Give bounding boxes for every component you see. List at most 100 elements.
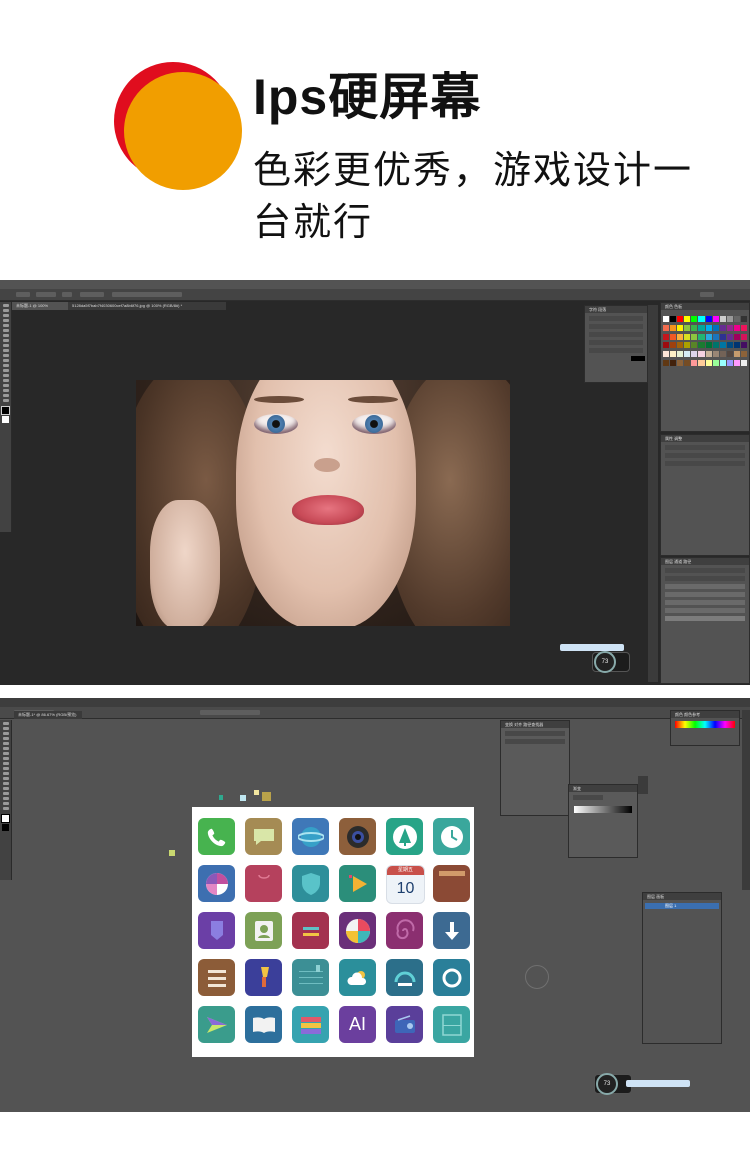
- brush-tool-icon[interactable]: [2, 757, 9, 760]
- eyedropper-tool-icon[interactable]: [2, 792, 9, 795]
- width-tool-icon[interactable]: [2, 777, 9, 780]
- option-chip[interactable]: [36, 292, 56, 297]
- option-chip[interactable]: [80, 292, 104, 297]
- transform-row[interactable]: [505, 739, 565, 744]
- clock-app-icon[interactable]: [433, 818, 470, 855]
- blur-tool-icon[interactable]: [2, 364, 9, 367]
- type-tool-icon[interactable]: [2, 742, 9, 745]
- line-tool-icon[interactable]: [2, 747, 9, 750]
- equals-app-icon[interactable]: [292, 912, 329, 949]
- ps-doc-tab-active[interactable]: 5128da5f7bab7f4030600cef7a8b6f76.jpg @ 1…: [68, 302, 226, 310]
- layer-row-background[interactable]: [665, 616, 745, 621]
- quick-select-tool-icon[interactable]: [2, 319, 9, 322]
- stray-shape[interactable]: [262, 792, 271, 801]
- open-book-icon[interactable]: [245, 1006, 282, 1043]
- scale-field[interactable]: [589, 348, 643, 353]
- ps-doc-tab-inactive[interactable]: 未标题-1 @ 100%: [12, 302, 72, 310]
- shape-tool-icon[interactable]: [2, 389, 9, 392]
- notes-app-icon[interactable]: [433, 865, 470, 902]
- photos-tree-icon[interactable]: [386, 818, 423, 855]
- spiral-shell-icon[interactable]: [386, 912, 423, 949]
- lasso-tool-icon[interactable]: [2, 314, 9, 317]
- ai-app-icon[interactable]: AI: [339, 1006, 376, 1043]
- option-chip[interactable]: [200, 710, 260, 715]
- layer-filter-row[interactable]: [665, 568, 745, 573]
- layer-blend-row[interactable]: [665, 576, 745, 581]
- hand-tool-icon[interactable]: [2, 802, 9, 805]
- stray-shape[interactable]: [219, 795, 223, 800]
- stray-shape[interactable]: [254, 790, 259, 795]
- healing-tool-icon[interactable]: [2, 334, 9, 337]
- notebook-lines-icon[interactable]: [292, 959, 329, 996]
- brush-tool-icon[interactable]: [2, 339, 9, 342]
- grid-frame-icon[interactable]: [433, 1006, 470, 1043]
- tracking-field[interactable]: [589, 340, 643, 345]
- gradient-slider[interactable]: [574, 806, 632, 813]
- ai-dock-icons[interactable]: [638, 776, 648, 794]
- system-tray-strip[interactable]: [560, 644, 624, 651]
- selection-tool-icon[interactable]: [2, 722, 9, 725]
- pencil-tool-icon[interactable]: [2, 762, 9, 765]
- ai-right-dock-icons[interactable]: [742, 710, 750, 890]
- hand-tool-icon[interactable]: [2, 394, 9, 397]
- gauge-app-icon[interactable]: [386, 959, 423, 996]
- shield-app-icon[interactable]: [292, 865, 329, 902]
- layer-row[interactable]: [665, 608, 745, 613]
- message-app-icon[interactable]: [245, 818, 282, 855]
- pen-tool-icon[interactable]: [2, 737, 9, 740]
- ai-doc-tab[interactable]: 未标题-1* @ 86.67% (RGB/预览): [14, 711, 82, 719]
- ps-panel-dock-icons[interactable]: [648, 305, 658, 682]
- layer-row[interactable]: [665, 584, 745, 589]
- move-tool-icon[interactable]: [2, 304, 9, 307]
- stray-circle-outline[interactable]: [525, 965, 549, 989]
- history-brush-icon[interactable]: [2, 349, 9, 352]
- color-spectrum[interactable]: [675, 721, 735, 728]
- magic-wand-icon[interactable]: [2, 732, 9, 735]
- direct-select-tool-icon[interactable]: [2, 727, 9, 730]
- radio-app-icon[interactable]: [386, 1006, 423, 1043]
- gradient-type-row[interactable]: [573, 795, 603, 800]
- contacts-app-icon[interactable]: [245, 912, 282, 949]
- bookmark-app-icon[interactable]: [198, 912, 235, 949]
- paint-brush-icon[interactable]: [245, 959, 282, 996]
- background-color-swatch[interactable]: [2, 416, 9, 423]
- color-wheel-icon[interactable]: [339, 912, 376, 949]
- menu-list-icon[interactable]: [198, 959, 235, 996]
- zoom-tool-icon[interactable]: [2, 399, 9, 402]
- marquee-tool-icon[interactable]: [2, 309, 9, 312]
- gradient-tool-icon[interactable]: [2, 359, 9, 362]
- stray-shape[interactable]: [240, 795, 246, 801]
- foreground-color-swatch[interactable]: [1, 406, 10, 415]
- leading-field[interactable]: [589, 332, 643, 337]
- weather-cloud-icon[interactable]: [339, 959, 376, 996]
- eyedropper-tool-icon[interactable]: [2, 329, 9, 332]
- pen-tool-icon[interactable]: [2, 374, 9, 377]
- transform-row[interactable]: [505, 731, 565, 736]
- scale-tool-icon[interactable]: [2, 772, 9, 775]
- system-tray-strip[interactable]: [626, 1080, 690, 1087]
- layers-stack-icon[interactable]: [292, 1006, 329, 1043]
- gradient-tool-icon[interactable]: [2, 787, 9, 790]
- layer-row[interactable]: [665, 600, 745, 605]
- stray-shape[interactable]: [169, 850, 175, 856]
- layer-row[interactable]: [665, 592, 745, 597]
- stroke-color-swatch[interactable]: [2, 824, 9, 831]
- rectangle-tool-icon[interactable]: [2, 752, 9, 755]
- stamp-tool-icon[interactable]: [2, 344, 9, 347]
- performance-widget[interactable]: 73: [592, 651, 630, 673]
- store-bag-icon[interactable]: [245, 865, 282, 902]
- text-color-swatch[interactable]: [631, 356, 645, 361]
- shape-builder-icon[interactable]: [2, 782, 9, 785]
- type-tool-icon[interactable]: [2, 379, 9, 382]
- option-chip[interactable]: [62, 292, 72, 297]
- align-controls[interactable]: [112, 292, 182, 297]
- media-play-icon[interactable]: [339, 865, 376, 902]
- zoom-tool-icon[interactable]: [2, 807, 9, 810]
- layer-row-active[interactable]: 图层 1: [645, 903, 719, 909]
- path-select-icon[interactable]: [2, 384, 9, 387]
- camera-app-icon[interactable]: [339, 818, 376, 855]
- font-family-field[interactable]: [589, 316, 643, 321]
- font-size-field[interactable]: [589, 324, 643, 329]
- paper-plane-icon[interactable]: [198, 1006, 235, 1043]
- ring-app-icon[interactable]: [433, 959, 470, 996]
